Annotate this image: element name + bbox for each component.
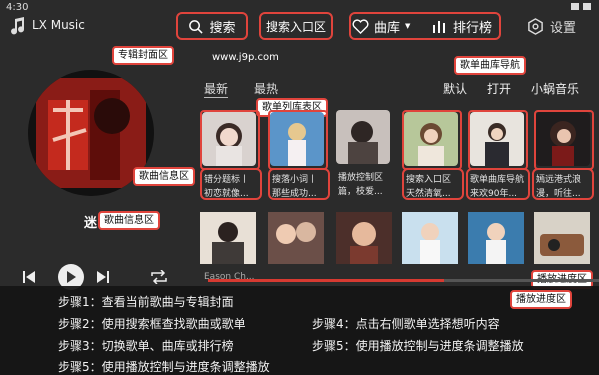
next-icon[interactable] <box>96 270 110 284</box>
source-tab-open[interactable]: 打开 <box>487 80 511 97</box>
source-tab-xiaowo[interactable]: 小蜗音乐 <box>531 80 579 97</box>
caption-line: 搜索入口区 <box>406 175 452 185</box>
song-info-annotation-2: 歌曲信息区 <box>98 211 160 230</box>
repeat-icon[interactable] <box>150 270 168 284</box>
playlist-cover[interactable] <box>468 212 524 264</box>
library-label: 曲库 <box>374 20 401 36</box>
playlist-card[interactable] <box>268 110 328 170</box>
dropdown-icon: ▼ <box>405 22 411 30</box>
step-4: 步骤4：点击右侧歌单选择想听内容 <box>312 317 500 331</box>
playlist-cover[interactable] <box>200 212 256 264</box>
playlist-card[interactable] <box>468 110 528 170</box>
playlist-cover <box>202 112 256 166</box>
playlist-grid-row-2 <box>200 212 596 268</box>
playlist-caption[interactable]: 错分题标丨初恋就像... <box>200 168 262 200</box>
playlist-caption[interactable]: 搜落小词丨那些成功... <box>268 168 330 200</box>
caption-line: 来欢90年... <box>470 189 518 199</box>
search-entry-button[interactable]: 搜索入口区 <box>259 12 333 40</box>
settings-label: 设置 <box>550 20 577 36</box>
playlist-cover[interactable] <box>402 212 458 264</box>
watermark: www.j9p.com <box>212 52 279 63</box>
playlist-caption[interactable]: 歌单曲库导航 来欢90年... <box>466 168 530 200</box>
step-5-left: 步骤5：使用播放控制与进度条调整播放 <box>58 360 270 374</box>
rank-label: 排行榜 <box>453 20 493 36</box>
caption-line: 初恋就像... <box>204 189 249 199</box>
nav-annotation: 歌单曲库导航 <box>454 56 526 75</box>
playlist-caption[interactable]: 嫣远港式浪漫，听往... <box>532 168 594 200</box>
step-5-right: 步骤5：使用播放控制与进度条调整播放 <box>312 339 524 353</box>
playlist-card[interactable] <box>402 110 462 170</box>
playlist-card[interactable] <box>336 110 394 167</box>
album-cover-annotation: 专辑封面区 <box>112 46 174 65</box>
playlist-cover <box>404 112 458 166</box>
caption-line: 搜落小词丨 <box>272 175 318 185</box>
step-1: 步骤1：查看当前歌曲与专辑封面 <box>58 295 234 309</box>
caption-line: 嫣远港式浪 <box>536 175 582 185</box>
library-button[interactable]: 曲库 ▼ <box>352 12 410 40</box>
playlist-cover[interactable] <box>268 212 324 264</box>
caption-line: 那些成功... <box>272 189 317 199</box>
playlist-captions-row: 错分题标丨初恋就像... 搜落小词丨那些成功... 播放控制区篇，枝爱... 搜… <box>200 168 594 202</box>
caption-line: 篇，枝爱... <box>338 187 383 197</box>
playlist-caption[interactable]: 搜索入口区天然清氧... <box>402 168 464 200</box>
source-tab-default[interactable]: 默认 <box>443 80 467 97</box>
song-info-annotation: 歌曲信息区 <box>133 167 195 186</box>
caption-line: 天然清氧... <box>406 189 451 199</box>
playlist-cover[interactable] <box>336 212 392 264</box>
search-icon <box>189 19 204 34</box>
app-title: LX Music <box>32 18 85 32</box>
rank-button[interactable]: 排行榜 <box>432 12 492 40</box>
search-button[interactable]: 搜索 <box>176 12 248 40</box>
progress-annotation-2: 播放进度区 <box>510 290 572 309</box>
heart-icon <box>352 18 369 34</box>
app-logo-icon <box>11 17 25 35</box>
playlist-cover <box>536 112 590 166</box>
settings-button[interactable]: 设置 <box>527 14 576 38</box>
caption-line: 播放控制区 <box>338 173 384 183</box>
search-entry-label: 搜索入口区 <box>265 19 326 34</box>
playlist-card[interactable] <box>200 110 260 170</box>
playlist-cover[interactable] <box>534 212 590 264</box>
source-tabs: 默认 打开 小蜗音乐 <box>443 80 579 97</box>
progress-fill <box>208 279 445 282</box>
playlist-cover <box>270 112 324 166</box>
tab-hottest[interactable]: 最热 <box>254 80 278 97</box>
previous-icon[interactable] <box>22 270 36 284</box>
step-3: 步骤3：切换歌单、曲库或排行榜 <box>58 339 234 353</box>
sort-tabs: 最新 最热 <box>204 80 278 97</box>
caption-line: 歌单曲库导航 <box>470 175 525 185</box>
caption-line: 错分题标丨 <box>204 175 250 185</box>
playlist-caption[interactable]: 播放控制区篇，枝爱... <box>336 170 398 198</box>
active-tab-indicator <box>204 97 228 98</box>
play-icon <box>67 271 76 283</box>
song-title-initial: 迷 <box>84 216 98 231</box>
playlist-cover <box>470 112 524 166</box>
status-time: 4:30 <box>6 2 29 13</box>
tab-newest[interactable]: 最新 <box>204 80 228 97</box>
playlist-card[interactable] <box>534 110 594 170</box>
playlist-cover <box>336 110 390 164</box>
caption-line: 漫，听往... <box>536 189 581 199</box>
search-label: 搜索 <box>209 20 236 36</box>
status-icons <box>571 3 591 10</box>
rank-chart-icon <box>433 21 445 33</box>
gear-icon <box>528 17 543 35</box>
step-2: 步骤2：使用搜索框查找歌曲或歌单 <box>58 317 246 331</box>
progress-bar[interactable] <box>208 279 599 282</box>
